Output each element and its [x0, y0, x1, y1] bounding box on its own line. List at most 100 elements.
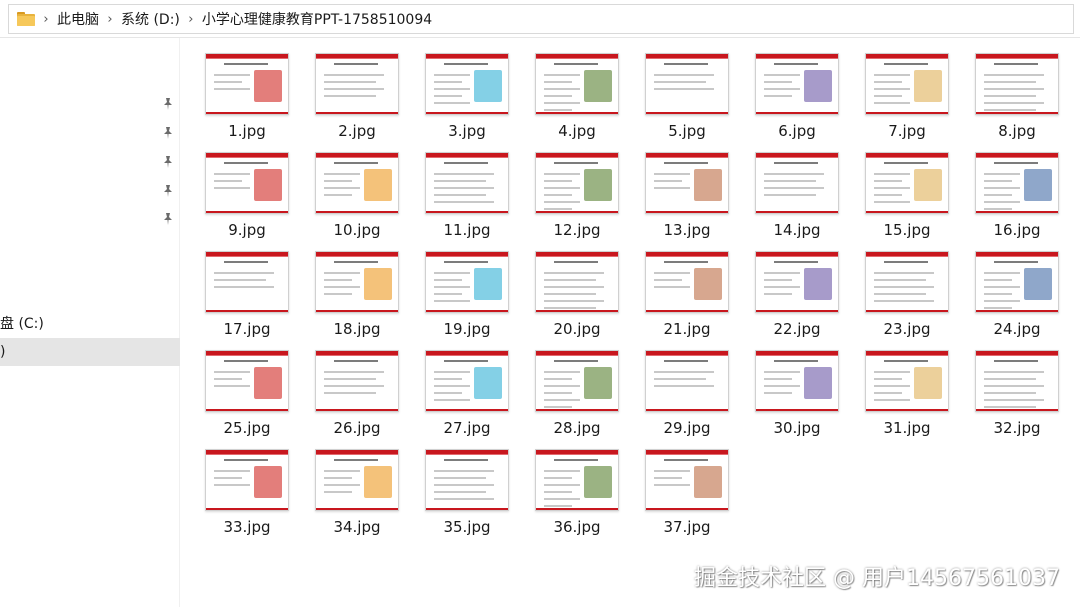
file-thumbnail	[425, 152, 509, 214]
file-item[interactable]: 24.jpg	[965, 244, 1075, 340]
file-thumbnail	[425, 449, 509, 511]
file-thumbnail	[535, 449, 619, 511]
file-item[interactable]: 19.jpg	[415, 244, 525, 340]
file-name: 32.jpg	[993, 419, 1041, 437]
file-name: 17.jpg	[223, 320, 271, 338]
file-thumbnail	[865, 53, 949, 115]
file-thumbnail	[755, 350, 839, 412]
file-thumbnail	[315, 251, 399, 313]
file-thumbnail	[205, 251, 289, 313]
file-thumbnail	[205, 152, 289, 214]
file-item[interactable]: 18.jpg	[305, 244, 415, 340]
address-bar[interactable]: › 此电脑 › 系统 (D:) › 小学心理健康教育PPT-1758510094	[8, 4, 1074, 34]
file-item[interactable]: 9.jpg	[195, 145, 305, 241]
file-thumbnail	[535, 251, 619, 313]
file-item[interactable]: 35.jpg	[415, 442, 525, 538]
file-item[interactable]: 37.jpg	[635, 442, 745, 538]
breadcrumb-this-pc[interactable]: 此电脑	[57, 9, 99, 29]
file-item[interactable]: 32.jpg	[965, 343, 1075, 439]
sidebar-item-drive-c[interactable]: 盘 (C:)	[0, 310, 180, 338]
file-item[interactable]: 8.jpg	[965, 46, 1075, 142]
file-item[interactable]: 28.jpg	[525, 343, 635, 439]
pin-icon[interactable]	[162, 183, 174, 197]
file-item[interactable]: 11.jpg	[415, 145, 525, 241]
file-name: 5.jpg	[668, 122, 706, 140]
file-item[interactable]: 15.jpg	[855, 145, 965, 241]
file-name: 24.jpg	[993, 320, 1041, 338]
file-thumbnail	[865, 350, 949, 412]
file-name: 18.jpg	[333, 320, 381, 338]
file-name: 28.jpg	[553, 419, 601, 437]
file-item[interactable]: 21.jpg	[635, 244, 745, 340]
breadcrumb: › 此电脑 › 系统 (D:) › 小学心理健康教育PPT-1758510094	[35, 9, 432, 29]
file-name: 37.jpg	[663, 518, 711, 536]
file-item[interactable]: 7.jpg	[855, 46, 965, 142]
file-item[interactable]: 5.jpg	[635, 46, 745, 142]
file-item[interactable]: 14.jpg	[745, 145, 855, 241]
file-thumbnail	[535, 152, 619, 214]
file-item[interactable]: 12.jpg	[525, 145, 635, 241]
file-item[interactable]: 10.jpg	[305, 145, 415, 241]
file-thumbnail	[755, 152, 839, 214]
file-item[interactable]: 31.jpg	[855, 343, 965, 439]
file-item[interactable]: 30.jpg	[745, 343, 855, 439]
file-name: 26.jpg	[333, 419, 381, 437]
file-item[interactable]: 34.jpg	[305, 442, 415, 538]
file-name: 13.jpg	[663, 221, 711, 239]
file-thumbnail	[865, 152, 949, 214]
file-item[interactable]: 6.jpg	[745, 46, 855, 142]
pin-icon[interactable]	[162, 211, 174, 225]
file-thumbnail	[645, 251, 729, 313]
file-name: 3.jpg	[448, 122, 486, 140]
file-name: 1.jpg	[228, 122, 266, 140]
sidebar-item-drive-d[interactable]: )	[0, 338, 180, 366]
pin-icon[interactable]	[162, 125, 174, 139]
breadcrumb-drive-d[interactable]: 系统 (D:)	[121, 9, 180, 29]
file-name: 15.jpg	[883, 221, 931, 239]
file-name: 23.jpg	[883, 320, 931, 338]
file-thumbnail	[315, 350, 399, 412]
chevron-right-icon[interactable]: ›	[180, 12, 202, 27]
folder-icon	[17, 12, 35, 26]
file-item[interactable]: 20.jpg	[525, 244, 635, 340]
file-name: 25.jpg	[223, 419, 271, 437]
file-item[interactable]: 17.jpg	[195, 244, 305, 340]
file-item[interactable]: 16.jpg	[965, 145, 1075, 241]
file-name: 12.jpg	[553, 221, 601, 239]
file-name: 20.jpg	[553, 320, 601, 338]
navigation-pane: 盘 (C:) )	[0, 38, 180, 607]
file-item[interactable]: 13.jpg	[635, 145, 745, 241]
file-item[interactable]: 23.jpg	[855, 244, 965, 340]
file-item[interactable]: 22.jpg	[745, 244, 855, 340]
address-bar-area: › 此电脑 › 系统 (D:) › 小学心理健康教育PPT-1758510094	[0, 0, 1080, 38]
file-item[interactable]: 26.jpg	[305, 343, 415, 439]
file-thumbnail	[425, 350, 509, 412]
file-name: 30.jpg	[773, 419, 821, 437]
file-name: 29.jpg	[663, 419, 711, 437]
file-thumbnail	[315, 449, 399, 511]
file-thumbnail	[645, 449, 729, 511]
file-item[interactable]: 29.jpg	[635, 343, 745, 439]
file-thumbnail	[755, 251, 839, 313]
file-thumbnail	[535, 53, 619, 115]
file-item[interactable]: 27.jpg	[415, 343, 525, 439]
chevron-right-icon[interactable]: ›	[35, 12, 57, 27]
file-name: 7.jpg	[888, 122, 926, 140]
file-name: 9.jpg	[228, 221, 266, 239]
file-name: 36.jpg	[553, 518, 601, 536]
file-item[interactable]: 25.jpg	[195, 343, 305, 439]
file-thumbnail	[425, 251, 509, 313]
file-item[interactable]: 36.jpg	[525, 442, 635, 538]
chevron-right-icon[interactable]: ›	[99, 12, 121, 27]
breadcrumb-current-folder[interactable]: 小学心理健康教育PPT-1758510094	[202, 9, 432, 29]
file-name: 8.jpg	[998, 122, 1036, 140]
file-thumbnail	[975, 350, 1059, 412]
file-item[interactable]: 1.jpg	[195, 46, 305, 142]
pin-icon[interactable]	[162, 154, 174, 168]
file-item[interactable]: 3.jpg	[415, 46, 525, 142]
pin-icon[interactable]	[162, 96, 174, 110]
file-item[interactable]: 2.jpg	[305, 46, 415, 142]
file-item[interactable]: 33.jpg	[195, 442, 305, 538]
file-item[interactable]: 4.jpg	[525, 46, 635, 142]
file-name: 16.jpg	[993, 221, 1041, 239]
